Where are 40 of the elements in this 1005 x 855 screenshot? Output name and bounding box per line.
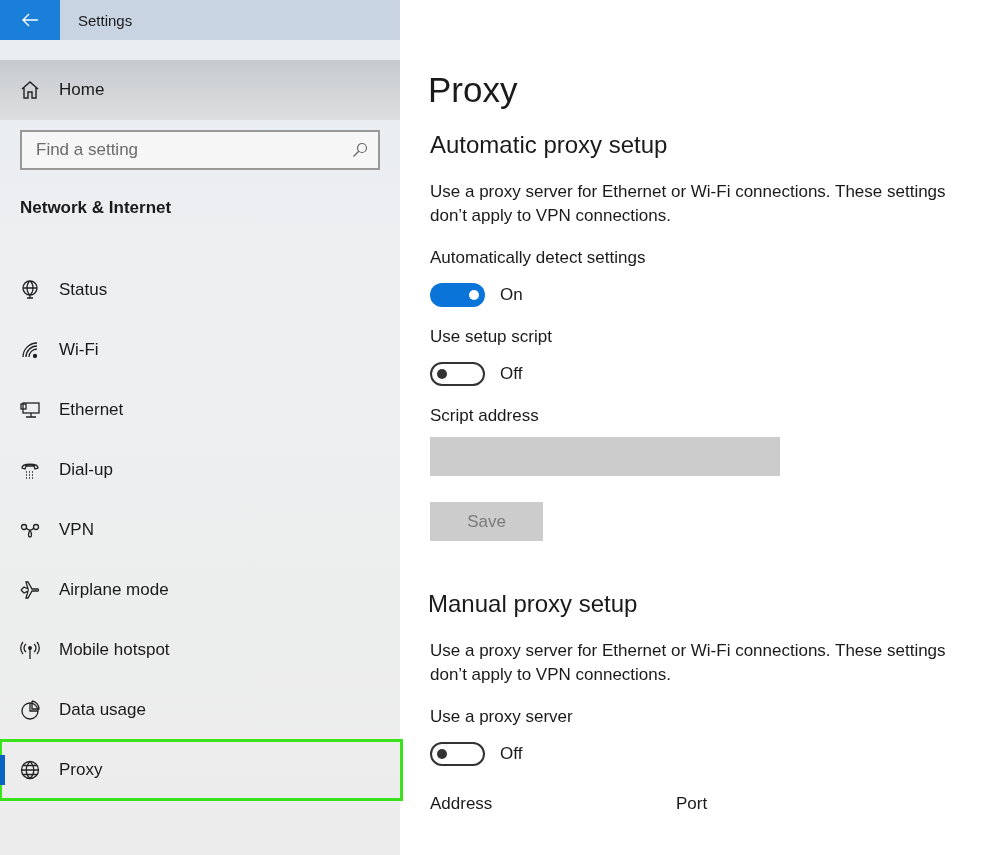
globe-icon (20, 760, 40, 780)
nav-item[interactable]: Data usage (0, 680, 400, 740)
nav-item[interactable]: Wi-Fi (0, 320, 400, 380)
page-title: Proxy (428, 70, 519, 110)
nav-item[interactable]: VPN (0, 500, 400, 560)
toggle-state-text: On (500, 285, 523, 305)
search-field[interactable]: Find a setting (20, 130, 380, 170)
section-heading: Manual proxy setup (428, 589, 639, 619)
nav-item[interactable]: Status (0, 260, 400, 320)
description-text: Use a proxy server for Ethernet or Wi-Fi connections. These settings don’t apply to VPN connections. (430, 181, 947, 227)
antenna-icon (20, 640, 40, 660)
pie-chart-icon (20, 700, 40, 720)
field-label: Address (430, 793, 494, 815)
description-text: Use a proxy server for Ethernet or Wi-Fi connections. These settings don’t apply to VPN connections. (430, 640, 947, 686)
nav-item[interactable]: Ethernet (0, 380, 400, 440)
wifi-icon (20, 340, 40, 360)
toggle-switch[interactable] (430, 742, 485, 766)
nav-item[interactable]: Proxy (0, 740, 402, 800)
setting-label: Automatically detect settings (430, 247, 647, 269)
section-heading: Automatic proxy setup (430, 130, 669, 160)
toggle-switch[interactable] (430, 283, 485, 307)
monitor-icon (20, 400, 40, 420)
field-label: Port (676, 793, 708, 815)
setting-label: Use a proxy server (430, 706, 574, 728)
toggle-state-text: Off (500, 364, 523, 384)
section-heading: Network & Internet (20, 198, 173, 218)
field-label: Script address (430, 405, 540, 427)
toggle-switch[interactable] (430, 362, 485, 386)
airplane-icon (20, 580, 40, 600)
home-icon (20, 80, 40, 100)
nav-item[interactable]: Airplane mode (0, 560, 400, 620)
home-item[interactable]: Home (0, 60, 400, 120)
back-arrow-icon (21, 13, 39, 27)
nav-item[interactable]: Mobile hotspot (0, 620, 400, 680)
setting-label: Use setup script (430, 326, 553, 348)
window-title: Settings (78, 11, 133, 29)
nav-item[interactable]: Dial-up (0, 440, 400, 500)
toggle-state-text: Off (500, 744, 523, 764)
search-icon (352, 142, 368, 158)
globe-monitor-icon (20, 280, 40, 300)
